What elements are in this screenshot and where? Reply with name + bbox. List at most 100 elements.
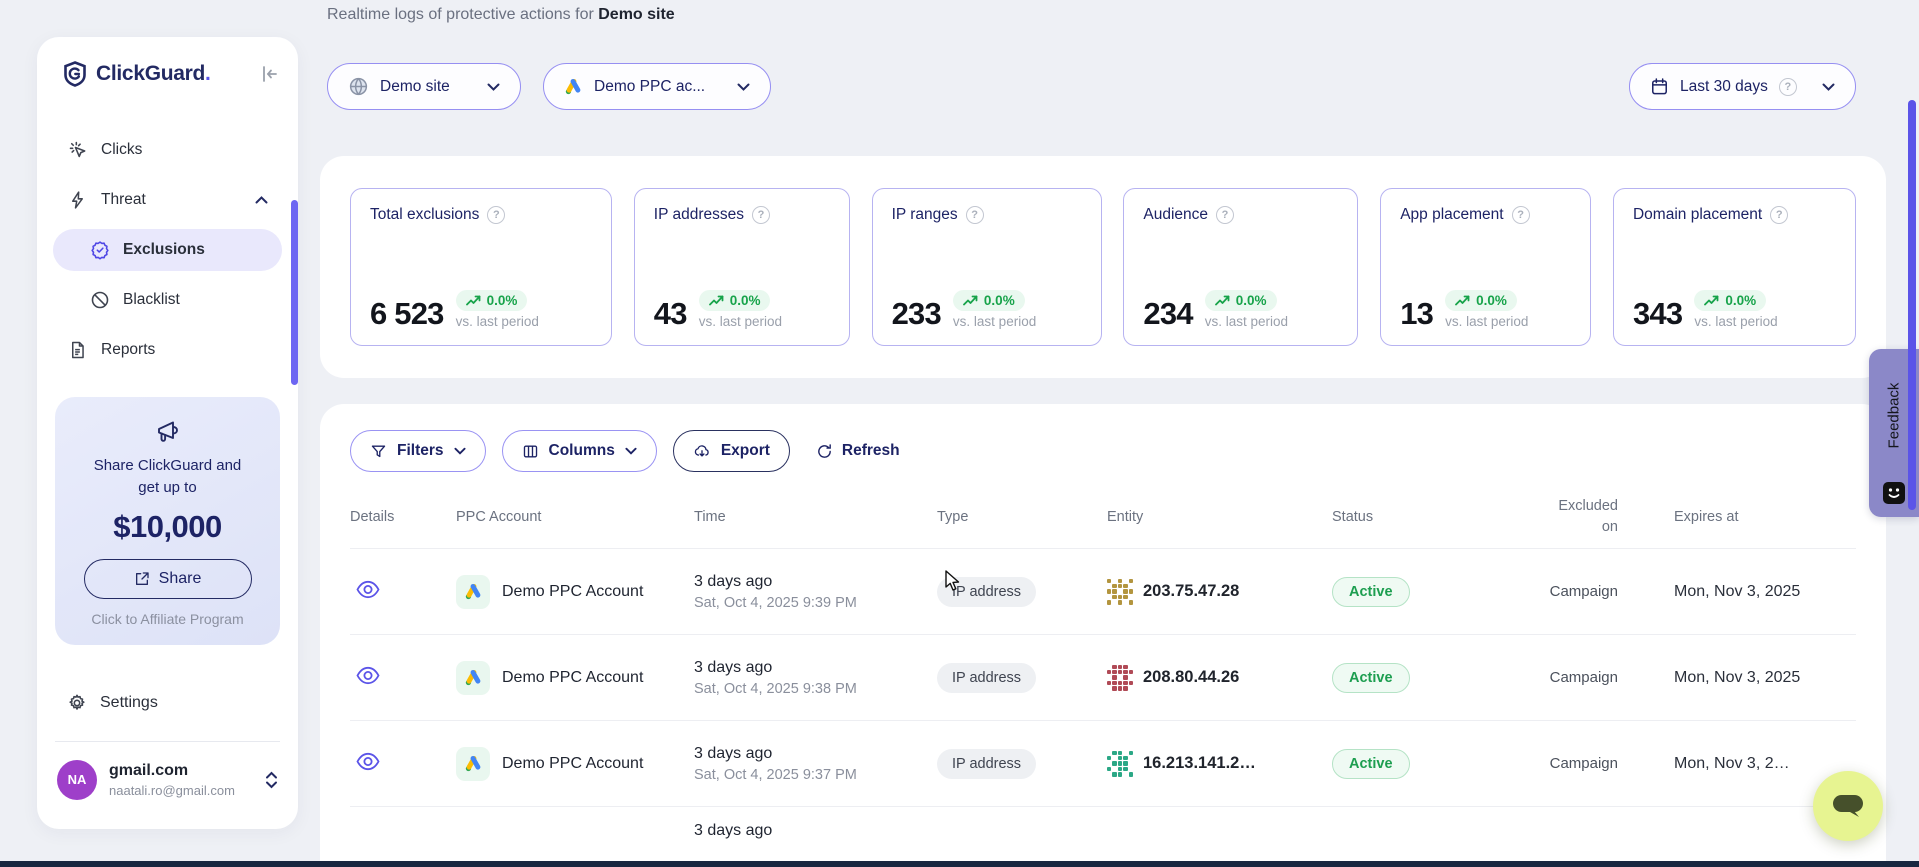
funnel-icon [370, 443, 387, 460]
col-header-details[interactable]: Details [350, 509, 456, 525]
sidebar-item-exclusions[interactable]: Exclusions [53, 229, 282, 271]
help-icon[interactable]: ? [966, 206, 984, 224]
col-header-ppc-account[interactable]: PPC Account [456, 509, 694, 525]
gear-icon [67, 693, 87, 713]
chevron-up-icon [255, 196, 268, 204]
trend-up-icon [466, 295, 481, 306]
trend-up-icon [1455, 295, 1470, 306]
help-icon[interactable]: ? [487, 206, 505, 224]
settings-label: Settings [100, 694, 158, 712]
sidebar-item-label: Threat [101, 191, 146, 209]
delta-badge: 0.0% [699, 290, 771, 311]
promo-text: Share ClickGuard and get up to [69, 455, 266, 499]
subtitle-site-name: Demo site [598, 6, 674, 23]
col-header-entity[interactable]: Entity [1107, 509, 1332, 525]
stat-label: IP ranges [892, 206, 958, 224]
user-info: gmail.com naatali.ro@gmail.com [109, 761, 235, 797]
col-header-time[interactable]: Time [694, 509, 937, 525]
sidebar-collapse-icon[interactable] [260, 64, 282, 84]
entity-value: 203.75.47.28 [1143, 582, 1239, 601]
col-header-expires-at[interactable]: Expires at [1632, 509, 1856, 525]
trend-up-icon [1215, 295, 1230, 306]
col-header-excluded-on[interactable]: Excluded on [1522, 496, 1632, 538]
ban-icon [89, 290, 110, 310]
sidebar-item-reports[interactable]: Reports [53, 329, 282, 371]
help-icon[interactable]: ? [1512, 206, 1530, 224]
table-row: Demo PPC Account 3 days agoSat, Oct 4, 2… [350, 634, 1856, 720]
chevron-down-icon [737, 83, 750, 91]
cloud-download-icon [693, 443, 711, 460]
col-header-status[interactable]: Status [1332, 509, 1522, 525]
time-full: Sat, Oct 4, 2025 9:39 PM [694, 595, 937, 611]
page-scrollbar-thumb[interactable] [1908, 100, 1916, 510]
col-header-type[interactable]: Type [937, 509, 1107, 525]
trend-up-icon [1704, 295, 1719, 306]
sidebar-item-threat[interactable]: Threat [53, 179, 282, 221]
user-menu[interactable]: NA gmail.com naatali.ro@gmail.com [53, 760, 282, 800]
refresh-icon [816, 443, 833, 460]
filters-button[interactable]: Filters [350, 430, 486, 472]
entity-identicon [1107, 751, 1133, 777]
delta-badge: 0.0% [1445, 290, 1517, 311]
sidebar-item-blacklist[interactable]: Blacklist [53, 279, 282, 321]
help-icon[interactable]: ? [1770, 206, 1788, 224]
view-details-button[interactable] [356, 666, 380, 685]
promo-amount: $10,000 [69, 509, 266, 545]
exclusions-table-panel: Filters Columns Export Refresh Details P… [320, 404, 1886, 867]
feedback-smiley-icon [1883, 482, 1905, 504]
stats-panel: Total exclusions? 6 523 0.0% vs. last pe… [320, 156, 1886, 378]
refresh-button[interactable]: Refresh [816, 442, 900, 460]
promo-caption[interactable]: Click to Affiliate Program [69, 611, 266, 627]
site-selector[interactable]: Demo site [327, 63, 521, 110]
stat-value: 6 523 [370, 298, 444, 329]
delta-badge: 0.0% [456, 290, 528, 311]
sidebar-item-settings[interactable]: Settings [53, 681, 282, 725]
google-ads-icon [456, 661, 490, 695]
clickguard-dashboard: ClickGuard. Clicks Threat [0, 0, 1919, 867]
sidebar-item-clicks[interactable]: Clicks [53, 129, 282, 171]
delta-caption: vs. last period [1205, 314, 1288, 329]
stat-card-app-placement: App placement? 13 0.0% vs. last period [1380, 188, 1591, 346]
stat-value: 43 [654, 298, 687, 329]
exclusions-table: Details PPC Account Time Type Entity Sta… [320, 482, 1886, 867]
view-details-button[interactable] [356, 752, 380, 771]
logo-row: ClickGuard. [53, 61, 282, 87]
ppc-account-selector[interactable]: Demo PPC ac... [543, 63, 771, 110]
share-button[interactable]: Share [84, 559, 252, 599]
help-icon[interactable]: ? [752, 206, 770, 224]
clickguard-logo-icon [63, 61, 87, 87]
delta-caption: vs. last period [1694, 314, 1777, 329]
help-icon[interactable]: ? [1216, 206, 1234, 224]
date-range-selector[interactable]: Last 30 days ? [1629, 63, 1856, 110]
ppc-account-name: Demo PPC Account [502, 755, 643, 773]
megaphone-icon [69, 419, 266, 445]
stat-card-ip-addresses: IP addresses? 43 0.0% vs. last period [634, 188, 850, 346]
calendar-icon [1650, 77, 1669, 96]
time-relative: 3 days ago [694, 744, 937, 765]
stat-value: 343 [1633, 298, 1682, 329]
chat-launcher-button[interactable] [1813, 771, 1883, 841]
window-bottom-edge [0, 861, 1919, 867]
sidebar-item-label: Exclusions [123, 241, 205, 259]
export-button[interactable]: Export [673, 430, 790, 472]
time-full: Sat, Oct 4, 2025 9:37 PM [694, 767, 937, 783]
delta-badge: 0.0% [1205, 290, 1277, 311]
table-header-row: Details PPC Account Time Type Entity Sta… [350, 482, 1856, 548]
google-ads-icon [456, 575, 490, 609]
entity-value: 16.213.141.2… [1143, 754, 1256, 773]
columns-button[interactable]: Columns [502, 430, 657, 472]
view-details-button[interactable] [356, 580, 380, 599]
status-badge: Active [1332, 663, 1410, 693]
type-badge: IP address [937, 663, 1036, 693]
help-icon: ? [1779, 78, 1797, 96]
sidebar-nav: Clicks Threat Exclusions [53, 129, 282, 371]
stat-card-audience: Audience? 234 0.0% vs. last period [1123, 188, 1358, 346]
delta-caption: vs. last period [699, 314, 782, 329]
sidebar-divider [55, 741, 280, 742]
sidebar-scrollbar-thumb[interactable] [291, 200, 298, 385]
ppc-account-name: Demo PPC Account [502, 669, 643, 687]
delta-caption: vs. last period [456, 314, 539, 329]
sidebar: ClickGuard. Clicks Threat [37, 37, 298, 829]
stat-label: Total exclusions [370, 206, 479, 224]
trend-up-icon [963, 295, 978, 306]
